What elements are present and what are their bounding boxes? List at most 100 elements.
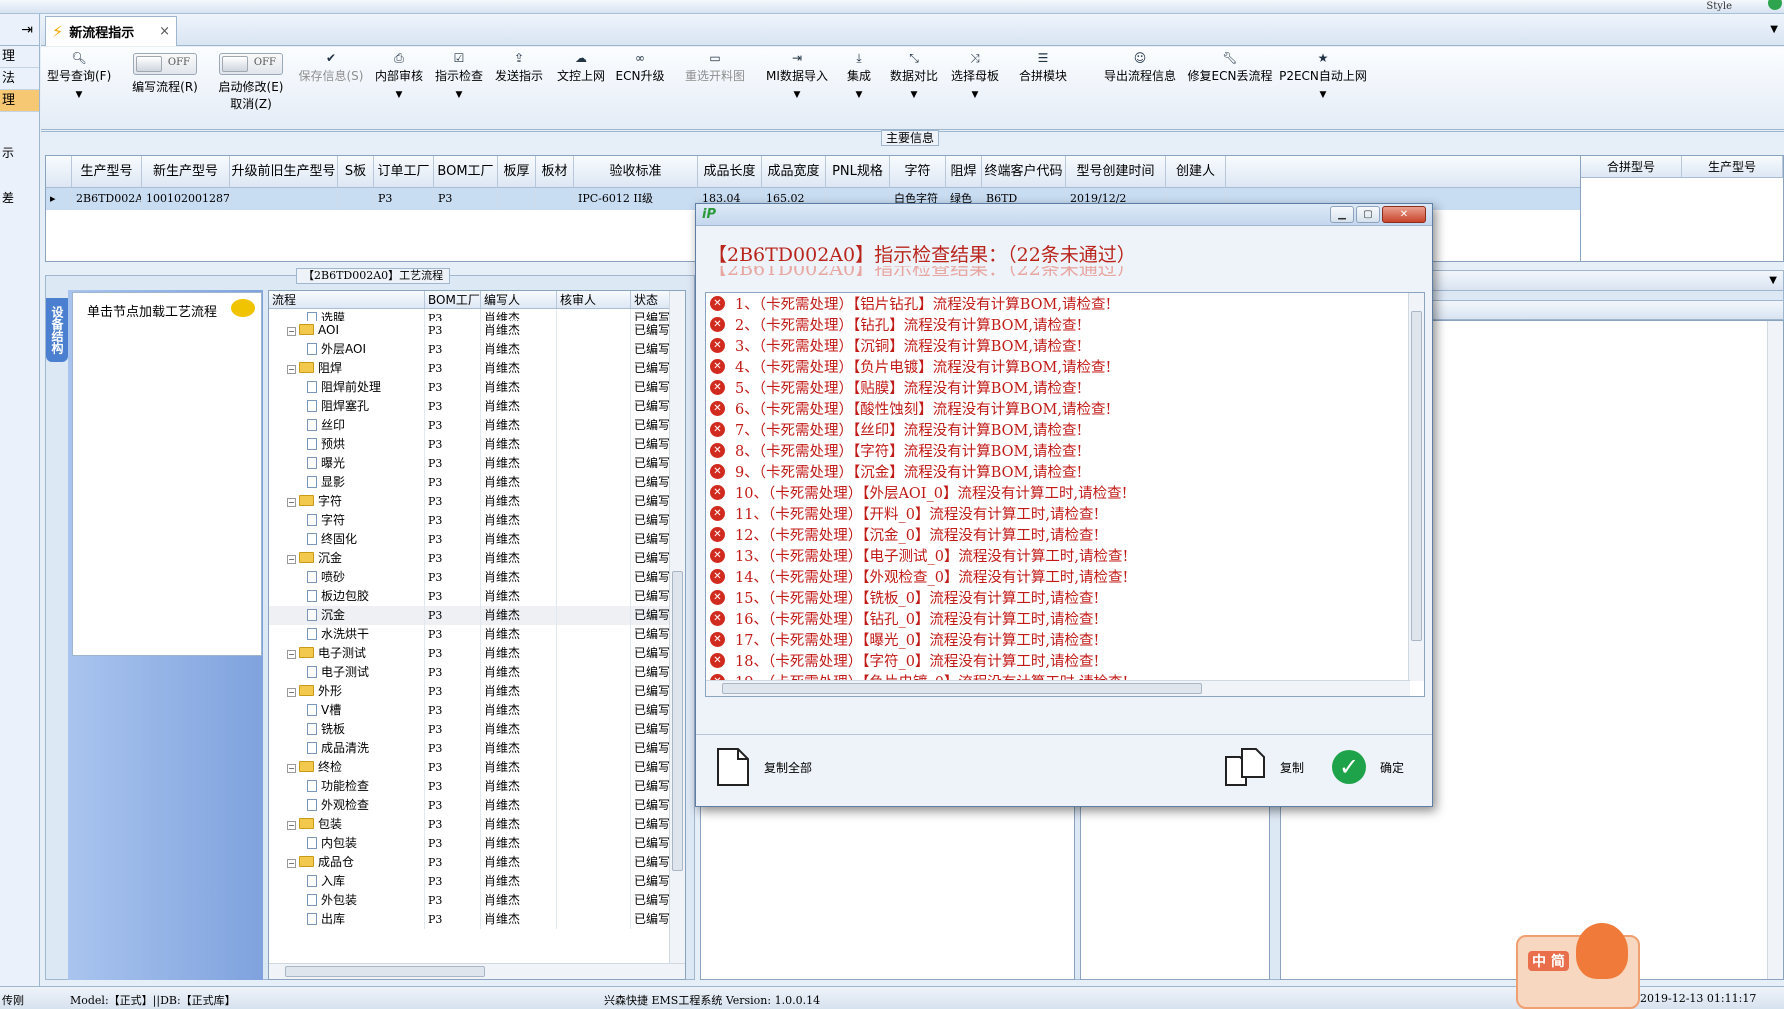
integrate-dropdown-icon[interactable]: ▼ [841,90,877,100]
main-info-col-header[interactable]: 升级前旧生产型号 [230,156,338,187]
error-row[interactable]: ✕ 14、（卡死需处理）【外观检查_0】流程没有计算工时,请检查! [706,566,1424,587]
ime-widget[interactable]: 中 简 [1516,923,1640,1009]
process-tree-row[interactable]: 成品清洗 P3 肖维杰 已编写 [269,739,685,758]
main-info-col-header[interactable]: 型号创建时间 [1066,156,1166,187]
error-list-vscroll[interactable] [1408,293,1424,681]
process-tree-row[interactable]: 选膜 P3 肖维杰 已编写 [269,309,685,321]
side-tab-structure[interactable]: 设备结构 [46,298,68,362]
error-row[interactable]: ✕ 8、（卡死需处理）【字符】流程没有计算BOM,请检查! [706,440,1424,461]
query-dropdown-icon[interactable]: ▼ [47,90,111,100]
process-tree-row[interactable]: 功能检查 P3 肖维杰 已编写 [269,777,685,796]
internal-audit-dropdown-icon[interactable]: ▼ [373,90,425,100]
process-tree-row[interactable]: − 包装 P3 肖维杰 已编写 [269,815,685,834]
query-button[interactable]: 🔍︎ 型号查询(F) ▼ [47,47,111,127]
process-tree-col-header[interactable]: 流程 [269,291,425,308]
auto-modify-switch[interactable]: OFF [219,53,283,75]
edit-flow-toggle[interactable]: OFF 编写流程(R) [125,47,205,127]
error-row[interactable]: ✕ 12、（卡死需处理）【沉金_0】流程没有计算工时,请检查! [706,524,1424,545]
process-tree-row[interactable]: 电子测试 P3 肖维杰 已编写 [269,663,685,682]
process-tree-hscroll[interactable] [269,963,685,979]
error-row[interactable]: ✕ 6、（卡死需处理）【酸性蚀刻】流程没有计算BOM,请检查! [706,398,1424,419]
process-tree-row[interactable]: − 电子测试 P3 肖维杰 已编写 [269,644,685,663]
reselect-image-button[interactable]: ▭ 重选开料图 [675,47,755,127]
merge-grid-col-header[interactable]: 生产型号 [1682,156,1783,177]
error-row[interactable]: ✕ 2、（卡死需处理）【钻孔】流程没有计算BOM,请检查! [706,314,1424,335]
process-tree-row[interactable]: 曝光 P3 肖维杰 已编写 [269,454,685,473]
nav-item-5[interactable]: 差 [0,189,39,206]
process-tree-row[interactable]: 入库 P3 肖维杰 已编写 [269,872,685,891]
error-row[interactable]: ✕ 11、（卡死需处理）【开料_0】流程没有计算工时,请检查! [706,503,1424,524]
process-tree-row[interactable]: − 字符 P3 肖维杰 已编写 [269,492,685,511]
process-tree-row[interactable]: − 成品仓 P3 肖维杰 已编写 [269,853,685,872]
nav-item-2[interactable]: 法 [0,68,39,90]
collapse-icon[interactable]: − [287,688,296,697]
minimize-icon[interactable]: ▁ [1330,206,1354,223]
process-tree-col-header[interactable]: 编写人 [481,291,557,308]
error-row[interactable]: ✕ 9、（卡死需处理）【沉金】流程没有计算BOM,请检查! [706,461,1424,482]
main-info-col-header[interactable]: 订单工厂 [374,156,434,187]
collapse-icon[interactable]: − [287,555,296,564]
mi-import-dropdown-icon[interactable]: ▼ [761,90,833,100]
merge-grid[interactable]: 合拼型号 生产型号 [1580,155,1784,262]
error-row[interactable]: ✕ 5、（卡死需处理）【贴膜】流程没有计算BOM,请检查! [706,377,1424,398]
check-dropdown-icon[interactable]: ▼ [433,90,485,100]
process-tree-row[interactable]: 沉金 P3 肖维杰 已编写 [269,606,685,625]
style-menu[interactable]: Style [1706,1,1732,12]
process-tree-hscroll-thumb[interactable] [285,966,485,977]
error-row[interactable]: ✕ 4、（卡死需处理）【负片电镀】流程没有计算BOM,请检查! [706,356,1424,377]
collapse-icon[interactable]: − [287,859,296,868]
process-tree-row[interactable]: 板边包胶 P3 肖维杰 已编写 [269,587,685,606]
tab-list-dropdown-icon[interactable]: ▼ [1770,24,1778,35]
process-tree-row[interactable]: 字符 P3 肖维杰 已编写 [269,511,685,530]
tab-close-icon[interactable]: × [159,24,170,39]
merge-grid-col-header[interactable]: 合拼型号 [1581,156,1682,177]
copy-button[interactable]: 复制 [1224,747,1304,787]
main-info-col-header[interactable]: 板厚 [498,156,536,187]
compare-dropdown-icon[interactable]: ▼ [887,90,941,100]
process-tree-row[interactable]: V槽 P3 肖维杰 已编写 [269,701,685,720]
error-row[interactable]: ✕ 16、（卡死需处理）【钻孔_0】流程没有计算工时,请检查! [706,608,1424,629]
error-row[interactable]: ✕ 17、（卡死需处理）【曝光_0】流程没有计算工时,请检查! [706,629,1424,650]
error-row[interactable]: ✕ 13、（卡死需处理）【电子测试_0】流程没有计算工时,请检查! [706,545,1424,566]
main-info-col-header[interactable]: 成品长度 [698,156,762,187]
process-tree-body[interactable]: 选膜 P3 肖维杰 已编写 − AOI P3 肖维杰 已编写 外层AOI P3 肖维杰 已编写 − 阻焊 P3… [269,309,685,929]
main-info-col-header[interactable]: 终端客户代码 [982,156,1066,187]
process-tree-row[interactable]: 水洗烘干 P3 肖维杰 已编写 [269,625,685,644]
process-tree-row[interactable]: − 外形 P3 肖维杰 已编写 [269,682,685,701]
p2ecn-button[interactable]: ★ P2ECN自动上网 ▼ [1239,47,1407,127]
process-tree-row[interactable]: 内包装 P3 肖维杰 已编写 [269,834,685,853]
compare-button[interactable]: ⤡ 数据对比 ▼ [887,47,941,127]
process-tree-row[interactable]: − 阻焊 P3 肖维杰 已编写 [269,359,685,378]
process-tree-row[interactable]: 阻焊前处理 P3 肖维杰 已编写 [269,378,685,397]
main-info-col-header[interactable]: 字符 [890,156,946,187]
error-row[interactable]: ✕ 1、（卡死需处理）【铝片钻孔】流程没有计算BOM,请检查! [706,293,1424,314]
error-list-hscroll[interactable] [706,680,1410,696]
p2ecn-dropdown-icon[interactable]: ▼ [1239,90,1407,100]
error-list-hscroll-thumb[interactable] [722,683,1202,694]
main-info-col-header[interactable]: PNL规格 [826,156,890,187]
process-tree-col-header[interactable]: BOM工厂 [425,291,481,308]
process-tree-vscroll-thumb[interactable] [672,571,683,871]
process-tree-row[interactable]: 铣板 P3 肖维杰 已编写 [269,720,685,739]
main-info-col-header[interactable]: S板 [338,156,374,187]
collapse-icon[interactable]: − [287,327,296,336]
error-row[interactable]: ✕ 3、（卡死需处理）【沉铜】流程没有计算BOM,请检查! [706,335,1424,356]
maximize-icon[interactable]: ▢ [1356,206,1380,223]
error-list-vscroll-thumb[interactable] [1411,311,1422,641]
upload-doc-button[interactable]: ☁ 文控上网 [555,47,607,127]
internal-audit-button[interactable]: ⎙ 内部审核 ▼ [373,47,425,127]
main-info-col-header[interactable]: BOM工厂 [434,156,498,187]
dialog-titlebar[interactable]: iP ▁ ▢ ✕ [696,204,1432,226]
right-subpanel-scrollbar[interactable] [1767,321,1783,979]
main-info-col-header[interactable]: 板材 [536,156,574,187]
ecn-upgrade-button[interactable]: ∞ ECN升级 [615,47,665,127]
nav-item-4[interactable]: 示 [0,144,39,161]
error-row[interactable]: ✕ 10、（卡死需处理）【外层AOI_0】流程没有计算工时,请检查! [706,482,1424,503]
process-tree-row[interactable]: 外包装 P3 肖维杰 已编写 [269,891,685,910]
process-tree-row[interactable]: 终固化 P3 肖维杰 已编写 [269,530,685,549]
ok-button[interactable]: ✓ 确定 [1332,750,1404,784]
main-info-col-header[interactable]: 验收标准 [574,156,698,187]
node-hint-box[interactable]: 单击节点加载工艺流程 [72,292,262,656]
collapse-icon[interactable]: − [287,764,296,773]
error-row[interactable]: ✕ 15、（卡死需处理）【铣板_0】流程没有计算工时,请检查! [706,587,1424,608]
